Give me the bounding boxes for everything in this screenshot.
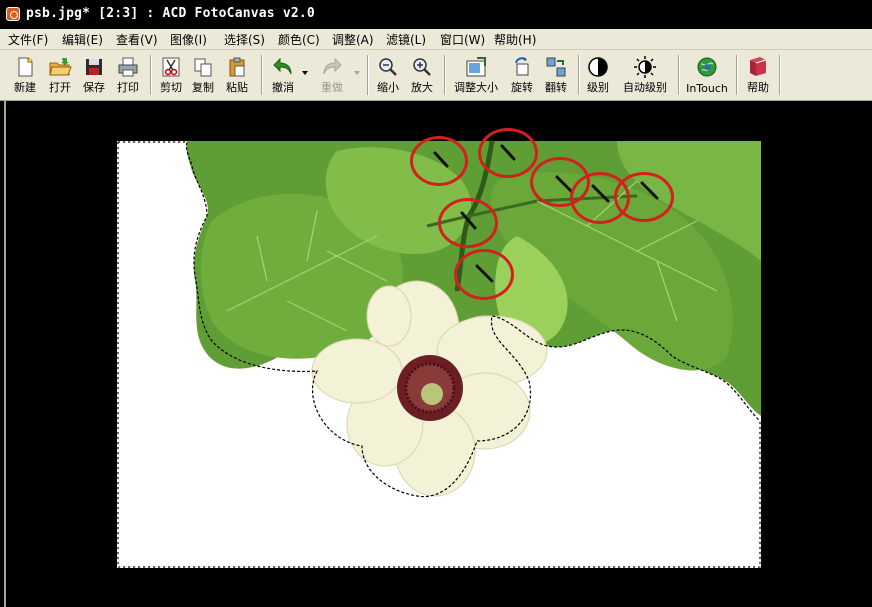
copy-button[interactable]: 复制 xyxy=(187,53,219,97)
copy-label: 复制 xyxy=(192,81,214,94)
zoom-out-label: 缩小 xyxy=(377,81,399,94)
toolbar-separator xyxy=(367,55,369,95)
contrast-icon xyxy=(588,57,608,77)
resize-icon xyxy=(466,57,486,77)
flip-label: 翻转 xyxy=(545,81,567,94)
zoom-out-button[interactable]: 缩小 xyxy=(372,53,404,97)
menu-select[interactable]: 选择(S) xyxy=(224,31,265,48)
save-label: 保存 xyxy=(83,81,105,94)
folder-open-icon xyxy=(49,58,72,76)
floppy-disk-icon xyxy=(86,59,102,75)
chevron-down-icon xyxy=(354,71,360,75)
undo-button[interactable]: 撤消 xyxy=(266,53,300,97)
intouch-label: InTouch xyxy=(686,82,728,95)
toolbar-separator xyxy=(736,55,738,95)
redo-label: 重做 xyxy=(321,81,343,94)
toolbar-separator xyxy=(578,55,580,95)
resize-button[interactable]: 调整大小 xyxy=(449,53,503,97)
zoom-in-icon xyxy=(413,58,431,76)
menu-bar: 文件(F) 编辑(E) 查看(V) 图像(I) 选择(S) 颜色(C) 调整(A… xyxy=(0,29,872,50)
annotation-circle xyxy=(438,198,498,248)
print-button[interactable]: 打印 xyxy=(111,53,145,97)
new-file-icon xyxy=(18,57,33,77)
auto-levels-button[interactable]: 自动级别 xyxy=(617,53,673,97)
undo-label: 撤消 xyxy=(272,81,294,94)
help-label: 帮助 xyxy=(747,81,769,94)
flip-button[interactable]: 翻转 xyxy=(539,53,573,97)
redo-arrow-icon xyxy=(323,57,342,75)
open-button[interactable]: 打开 xyxy=(43,53,77,97)
toolbar-separator xyxy=(678,55,680,95)
new-label: 新建 xyxy=(14,81,36,94)
toolbar-separator xyxy=(779,55,781,95)
zoom-out-icon xyxy=(379,58,397,76)
print-label: 打印 xyxy=(117,81,139,94)
help-book-icon xyxy=(750,57,767,76)
copy-icon xyxy=(194,58,212,77)
paste-label: 粘贴 xyxy=(226,81,248,94)
undo-arrow-icon xyxy=(273,57,292,75)
app-icon[interactable] xyxy=(6,7,20,21)
menu-image[interactable]: 图像(I) xyxy=(170,31,207,48)
new-button[interactable]: 新建 xyxy=(8,53,42,97)
chevron-down-icon xyxy=(302,71,308,75)
menu-help[interactable]: 帮助(H) xyxy=(494,31,536,48)
zoom-in-label: 放大 xyxy=(411,81,433,94)
cut-button[interactable]: 剪切 xyxy=(155,53,187,97)
rotate-icon xyxy=(515,57,529,76)
undo-dropdown[interactable] xyxy=(300,53,310,97)
window-title: psb.jpg* [2:3] : ACD FotoCanvas v2.0 xyxy=(26,6,315,21)
annotation-circle xyxy=(614,172,674,222)
printer-icon xyxy=(118,57,138,77)
rotate-button[interactable]: 旋转 xyxy=(506,53,538,97)
rotate-label: 旋转 xyxy=(511,81,533,94)
annotation-circle xyxy=(410,136,468,186)
menu-edit[interactable]: 编辑(E) xyxy=(62,31,103,48)
resize-label: 调整大小 xyxy=(454,81,498,94)
intouch-button[interactable]: InTouch xyxy=(683,53,731,97)
menu-view[interactable]: 查看(V) xyxy=(116,31,158,48)
toolbar-separator xyxy=(150,55,152,95)
flip-icon xyxy=(546,57,566,77)
scissors-icon xyxy=(162,57,180,77)
globe-icon xyxy=(697,57,717,77)
toolbar-separator xyxy=(444,55,446,95)
zoom-in-button[interactable]: 放大 xyxy=(405,53,439,97)
clipboard-icon xyxy=(229,57,245,77)
levels-label: 级别 xyxy=(587,81,609,94)
redo-dropdown[interactable] xyxy=(352,53,362,97)
toolbar: 新建 打开 保存 打印 剪切 复制 粘贴 撤消 重做 缩小 放大 调整大小 旋转… xyxy=(0,50,872,101)
menu-file[interactable]: 文件(F) xyxy=(8,31,48,48)
title-bar: psb.jpg* [2:3] : ACD FotoCanvas v2.0 xyxy=(0,0,872,29)
help-button[interactable]: 帮助 xyxy=(741,53,775,97)
menu-adjust[interactable]: 调整(A) xyxy=(332,31,374,48)
save-button[interactable]: 保存 xyxy=(77,53,111,97)
redo-button[interactable]: 重做 xyxy=(312,53,352,97)
paste-button[interactable]: 粘贴 xyxy=(220,53,254,97)
annotation-circle xyxy=(454,249,514,300)
levels-button[interactable]: 级别 xyxy=(583,53,613,97)
open-label: 打开 xyxy=(49,81,71,94)
cut-label: 剪切 xyxy=(160,81,182,94)
menu-window[interactable]: 窗口(W) xyxy=(440,31,485,48)
menu-color[interactable]: 颜色(C) xyxy=(278,31,320,48)
toolbar-separator xyxy=(261,55,263,95)
menu-filter[interactable]: 滤镜(L) xyxy=(386,31,426,48)
annotation-circle xyxy=(478,128,538,178)
auto-contrast-icon xyxy=(634,56,656,78)
auto-levels-label: 自动级别 xyxy=(623,81,667,94)
